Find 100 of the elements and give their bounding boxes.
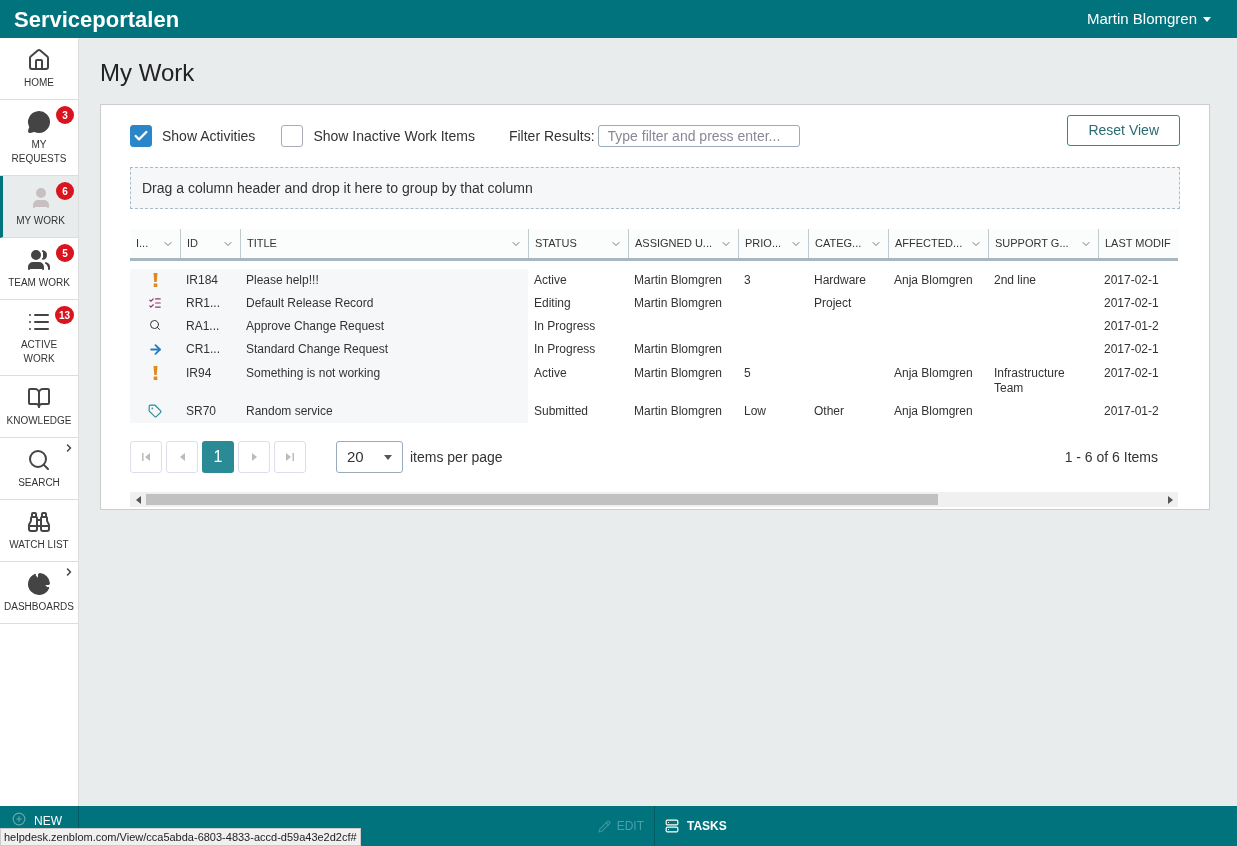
table-cell: Random service — [246, 404, 333, 418]
table-cell: Martin Blomgren — [634, 404, 723, 418]
table-cell: Editing — [534, 296, 571, 310]
column-header[interactable]: CATEG... — [808, 229, 888, 258]
reset-view-button[interactable]: Reset View — [1067, 115, 1180, 146]
app-title[interactable]: Serviceportalen — [14, 2, 180, 36]
sidebar-label: DASHBOARDS — [4, 599, 74, 614]
table-cell: In Progress — [534, 319, 596, 333]
table-cell: 2017-02-1 — [1104, 296, 1159, 310]
search-icon — [27, 447, 51, 472]
scrollbar-thumb[interactable] — [146, 494, 938, 505]
column-header[interactable]: ASSIGNED U... — [628, 229, 738, 258]
table-cell: Martin Blomgren — [634, 273, 723, 287]
table-cell: Other — [814, 404, 844, 418]
table-cell: Hardware — [814, 273, 867, 287]
table-cell: CR1... — [186, 342, 220, 356]
horizontal-scrollbar[interactable] — [130, 492, 1178, 507]
filter-field[interactable]: Type filter and press enter... — [597, 125, 800, 147]
table-cell: In Progress — [534, 342, 596, 356]
caret-down-icon — [384, 454, 392, 460]
sidebar-label: SEARCH — [17, 475, 61, 490]
caret-right-icon — [251, 453, 257, 461]
column-header[interactable]: LAST MODIF — [1098, 229, 1178, 258]
table-cell: Project — [814, 296, 852, 310]
tag-icon — [148, 404, 162, 418]
table-cell: Standard Change Request — [246, 342, 389, 356]
table-cell: 2017-01-2 — [1104, 404, 1159, 418]
pie-chart-icon — [27, 571, 51, 596]
table-cell: Default Release Record — [246, 296, 374, 310]
speech-bubble-icon — [27, 109, 51, 134]
count-badge: 6 — [56, 182, 74, 200]
page-size-dropdown[interactable]: 20 — [336, 441, 403, 473]
group-icon — [27, 247, 51, 272]
filter-label: Filter Results: — [508, 126, 595, 146]
table-cell: Anja Blomgren — [894, 366, 973, 380]
sidebar-label: WATCH LIST — [8, 537, 70, 552]
previous-page-button[interactable] — [166, 441, 198, 473]
user-menu[interactable]: Martin Blomgren — [1086, 7, 1223, 31]
table-cell: Martin Blomgren — [634, 366, 723, 380]
table-cell: Please help!!! — [246, 273, 319, 287]
binoculars-icon — [27, 509, 51, 534]
server-icon — [665, 819, 679, 833]
last-page-button[interactable] — [274, 441, 306, 473]
checkbox[interactable] — [130, 125, 152, 147]
page-size-label: items per page — [410, 447, 503, 467]
caret-left-icon — [135, 495, 141, 504]
checkbox-label: Show Activities — [162, 126, 256, 146]
column-header[interactable]: TITLE — [240, 229, 528, 258]
column-header[interactable]: AFFECTED... — [888, 229, 988, 258]
column-header[interactable]: STATUS — [528, 229, 628, 258]
table-cell: Infrastructure Team — [994, 366, 1065, 395]
pencil-icon — [597, 819, 611, 833]
status-url-tooltip: helpdesk.zenblom.com/View/cca5abda-6803-4833-accd-d59a43e2d2cf# — [0, 828, 361, 846]
table-cell: Anja Blomgren — [894, 404, 973, 418]
table-cell: 2017-02-1 — [1104, 366, 1159, 380]
caret-right-icon — [1167, 495, 1173, 504]
table-cell: Martin Blomgren — [634, 296, 723, 310]
home-icon — [27, 47, 51, 72]
sidebar-label: MY WORK — [15, 213, 66, 228]
plus-icon — [12, 812, 26, 826]
search-icon — [149, 319, 161, 331]
tasks-button[interactable]: TASKS — [687, 817, 727, 835]
table-cell: Low — [744, 404, 766, 418]
table-cell: IR184 — [186, 273, 219, 287]
column-header[interactable]: I... — [130, 229, 180, 258]
group-hint: Drag a column header and drop it here to group by that column — [142, 178, 533, 198]
exclamation-icon — [152, 273, 158, 287]
table-cell: RA1... — [186, 319, 220, 333]
caret-down-icon — [1203, 16, 1211, 22]
table-cell: Approve Change Request — [246, 319, 385, 333]
table-cell: IR94 — [186, 366, 212, 380]
column-header[interactable]: ID — [180, 229, 240, 258]
count-badge: 5 — [56, 244, 74, 262]
column-header[interactable]: PRIO... — [738, 229, 808, 258]
page-button[interactable]: 1 — [202, 441, 234, 473]
exclamation-icon — [152, 366, 158, 380]
new-button[interactable]: NEW — [34, 812, 62, 830]
first-page-icon — [142, 453, 150, 461]
first-page-button[interactable] — [130, 441, 162, 473]
table-cell: 5 — [744, 366, 751, 380]
next-page-button[interactable] — [238, 441, 270, 473]
count-badge: 13 — [54, 306, 74, 324]
page-title: My Work — [100, 58, 196, 88]
table-cell: RR1... — [186, 296, 220, 310]
table-cell: Active — [534, 273, 567, 287]
table-cell: Anja Blomgren — [894, 273, 973, 287]
caret-left-icon — [179, 453, 185, 461]
table-cell: Active — [534, 366, 567, 380]
sidebar-label: ACTIVE WORK — [19, 337, 59, 366]
table-cell: SR70 — [186, 404, 217, 418]
table-cell: Martin Blomgren — [634, 342, 723, 356]
table-cell: 3 — [744, 273, 751, 287]
column-header[interactable]: SUPPORT G... — [988, 229, 1098, 258]
sidebar-item[interactable]: MY WORK 6 — [0, 176, 78, 238]
last-page-icon — [286, 453, 294, 461]
sidebar-label: KNOWLEDGE — [5, 413, 73, 428]
count-badge: 3 — [56, 106, 74, 124]
arrow-icon — [147, 342, 163, 357]
checkbox[interactable] — [281, 125, 304, 147]
table-cell: 2nd line — [994, 273, 1037, 287]
